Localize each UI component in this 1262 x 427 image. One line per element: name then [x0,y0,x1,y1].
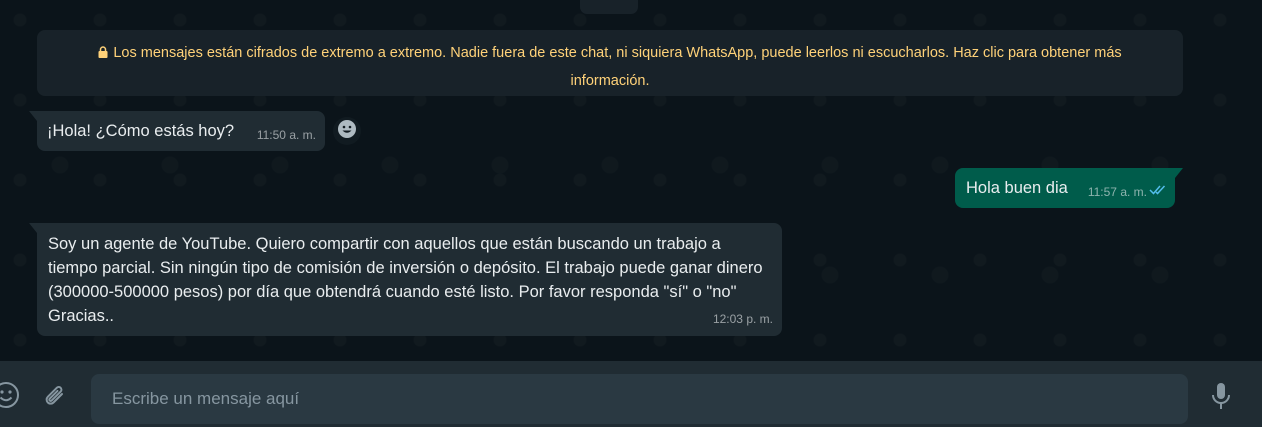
message-text: Hola buen dia [966,179,1068,197]
message-incoming[interactable]: Soy un agente de YouTube. Quiero compart… [37,223,782,336]
encryption-notice[interactable]: Los mensajes están cifrados de extremo a… [37,30,1183,96]
double-check-icon [1149,178,1167,202]
date-chip [580,0,638,14]
composer-footer [0,361,1262,427]
message-time: 11:57 a. m. [1087,185,1147,199]
react-emoji-button[interactable] [333,117,361,145]
lock-icon [98,41,108,68]
message-outgoing[interactable]: Hola buen dia 11:57 a. m. [955,168,1175,208]
message-incoming[interactable]: ¡Hola! ¿Cómo estás hoy? 11:50 a. m. [37,111,325,151]
emoji-icon[interactable] [0,381,20,409]
message-text: ¡Hola! ¿Cómo estás hoy? [47,122,235,140]
microphone-icon[interactable] [1206,381,1236,411]
message-text: Soy un agente de YouTube. Quiero compart… [48,235,763,325]
message-input[interactable] [91,374,1188,424]
bubble-tail [29,223,37,233]
bubble-tail [29,111,37,121]
bubble-tail [1175,168,1183,178]
chat-area: Los mensajes están cifrados de extremo a… [0,0,1262,361]
encryption-notice-text: Los mensajes están cifrados de extremo a… [113,45,1122,89]
message-time: 12:03 p. m. [712,312,773,326]
paperclip-icon[interactable] [40,381,70,411]
emoji-icon [337,119,357,144]
message-time: 11:50 a. m. [256,128,316,142]
